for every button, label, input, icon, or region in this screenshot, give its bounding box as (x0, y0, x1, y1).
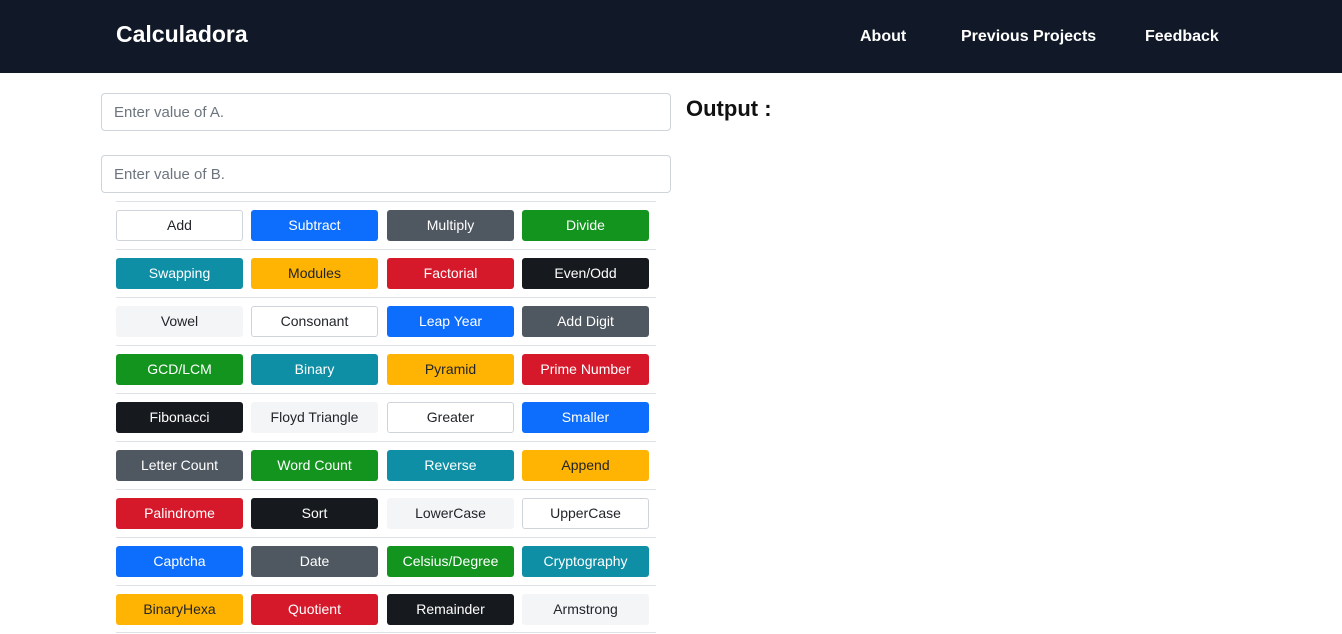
date-button[interactable]: Date (251, 546, 378, 577)
fibonacci-button[interactable]: Fibonacci (116, 402, 243, 433)
value-a-input[interactable] (101, 93, 671, 131)
add-digit-button[interactable]: Add Digit (522, 306, 649, 337)
lowercase-button[interactable]: LowerCase (387, 498, 514, 529)
brand-logo[interactable]: Calculadora (116, 20, 248, 48)
append-button[interactable]: Append (522, 450, 649, 481)
word-count-button[interactable]: Word Count (251, 450, 378, 481)
gcd-lcm-button[interactable]: GCD/LCM (116, 354, 243, 385)
floyd-triangle-button[interactable]: Floyd Triangle (251, 402, 378, 433)
pyramid-button[interactable]: Pyramid (387, 354, 514, 385)
reverse-button[interactable]: Reverse (387, 450, 514, 481)
sort-button[interactable]: Sort (251, 498, 378, 529)
nav-link-feedback[interactable]: Feedback (1145, 27, 1219, 47)
uppercase-button[interactable]: UpperCase (522, 498, 649, 529)
prime-number-button[interactable]: Prime Number (522, 354, 649, 385)
leap-year-button[interactable]: Leap Year (387, 306, 514, 337)
output-heading: Output : (686, 96, 772, 121)
operations-row: Fibonacci Floyd Triangle Greater Smaller (116, 393, 656, 441)
swapping-button[interactable]: Swapping (116, 258, 243, 289)
palindrome-button[interactable]: Palindrome (116, 498, 243, 529)
vowel-button[interactable]: Vowel (116, 306, 243, 337)
cryptography-button[interactable]: Cryptography (522, 546, 649, 577)
consonant-button[interactable]: Consonant (251, 306, 378, 337)
even-odd-button[interactable]: Even/Odd (522, 258, 649, 289)
operations-row: BinaryHexa Quotient Remainder Armstrong (116, 585, 656, 633)
celsius-degree-button[interactable]: Celsius/Degree (387, 546, 514, 577)
armstrong-button[interactable]: Armstrong (522, 594, 649, 625)
operations-row: Vowel Consonant Leap Year Add Digit (116, 297, 656, 345)
operations-row: GCD/LCM Binary Pyramid Prime Number (116, 345, 656, 393)
greater-button[interactable]: Greater (387, 402, 514, 433)
nav-link-previous-projects[interactable]: Previous Projects (961, 27, 1096, 47)
operations-row: Swapping Modules Factorial Even/Odd (116, 249, 656, 297)
modules-button[interactable]: Modules (251, 258, 378, 289)
operations-table: Add Subtract Multiply Divide Swapping Modules… (116, 201, 656, 633)
operations-row: Captcha Date Celsius/Degree Cryptography (116, 537, 656, 585)
binaryhexa-button[interactable]: BinaryHexa (116, 594, 243, 625)
smaller-button[interactable]: Smaller (522, 402, 649, 433)
operations-row: Palindrome Sort LowerCase UpperCase (116, 489, 656, 537)
captcha-button[interactable]: Captcha (116, 546, 243, 577)
remainder-button[interactable]: Remainder (387, 594, 514, 625)
subtract-button[interactable]: Subtract (251, 210, 378, 241)
operations-row: Letter Count Word Count Reverse Append (116, 441, 656, 489)
factorial-button[interactable]: Factorial (387, 258, 514, 289)
top-navbar: Calculadora About Previous Projects Feed… (0, 0, 1342, 73)
letter-count-button[interactable]: Letter Count (116, 450, 243, 481)
multiply-button[interactable]: Multiply (387, 210, 514, 241)
nav-link-about[interactable]: About (860, 27, 906, 47)
operations-row: Add Subtract Multiply Divide (116, 201, 656, 249)
binary-button[interactable]: Binary (251, 354, 378, 385)
value-b-input[interactable] (101, 155, 671, 193)
divide-button[interactable]: Divide (522, 210, 649, 241)
add-button[interactable]: Add (116, 210, 243, 241)
quotient-button[interactable]: Quotient (251, 594, 378, 625)
